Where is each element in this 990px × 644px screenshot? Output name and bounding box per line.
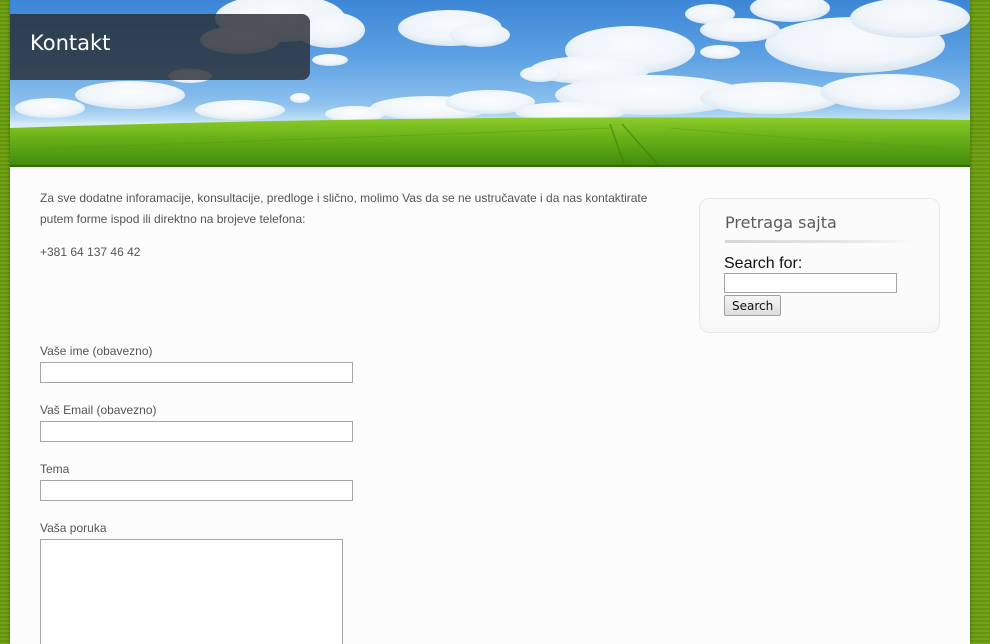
email-input[interactable] (40, 421, 353, 442)
phone-number: +381 64 137 46 42 (40, 245, 141, 259)
message-textarea[interactable] (40, 539, 343, 644)
name-input[interactable] (40, 362, 353, 383)
contact-form: Vaše ime (obavezno) Vaš Email (obavezno)… (40, 343, 353, 644)
page-title: Kontakt (30, 31, 111, 55)
name-label: Vaše ime (obavezno) (40, 344, 153, 358)
search-widget: Pretraga sajta Search for: Search (699, 198, 940, 333)
page-container: Kontakt Za sve dodatne inforamacije, kon… (10, 0, 970, 644)
contact-intro-section: Za sve dodatne inforamacije, konsultacij… (40, 188, 672, 275)
search-input[interactable] (724, 273, 897, 293)
search-label: Search for: (724, 255, 803, 272)
widget-divider (725, 240, 915, 243)
widget-title: Pretraga sajta (725, 213, 837, 232)
header-banner (10, 0, 970, 167)
intro-text: Za sve dodatne inforamacije, konsultacij… (40, 191, 648, 226)
subject-label: Tema (40, 462, 70, 476)
email-label: Vaš Email (obavezno) (40, 403, 157, 417)
search-button[interactable]: Search (724, 295, 782, 316)
subject-input[interactable] (40, 480, 353, 501)
message-label: Vaša poruka (40, 521, 107, 535)
